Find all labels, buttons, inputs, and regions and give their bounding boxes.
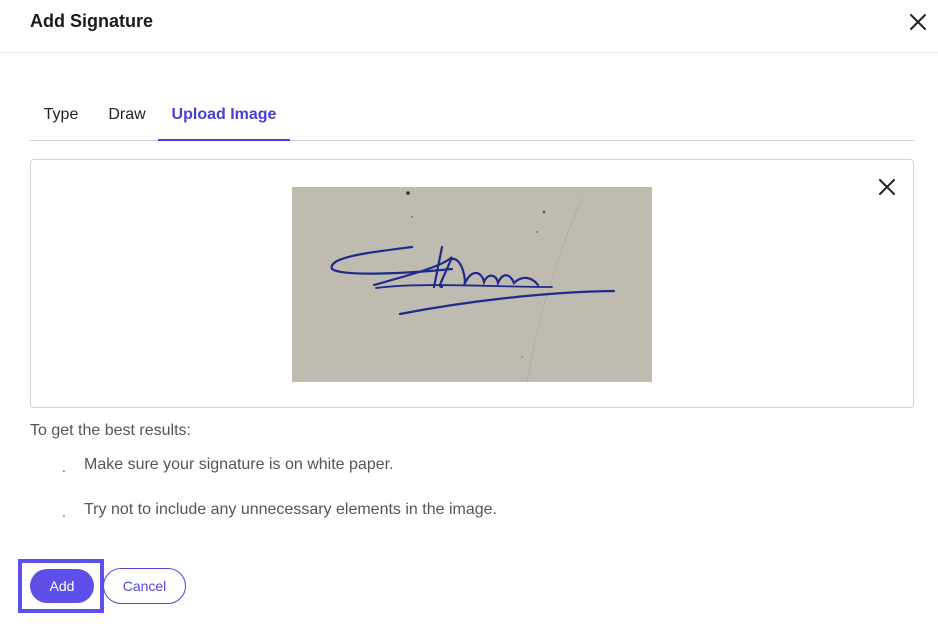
signature-tabs: Type Draw Upload Image (30, 96, 914, 141)
tips-title: To get the best results: (30, 422, 191, 439)
tab-draw[interactable]: Draw (96, 96, 158, 141)
signature-image (292, 187, 652, 382)
tip-text: Try not to include any unnecessary eleme… (84, 501, 497, 518)
close-dialog-button[interactable] (906, 10, 930, 34)
bullet: . (62, 504, 66, 520)
tab-upload-image[interactable]: Upload Image (158, 96, 290, 141)
remove-image-button[interactable] (876, 176, 898, 198)
tab-type[interactable]: Type (30, 96, 92, 141)
bullet: . (62, 459, 66, 475)
upload-preview-area (30, 159, 914, 408)
close-icon (879, 179, 895, 195)
cancel-button[interactable]: Cancel (103, 568, 186, 604)
add-button[interactable]: Add (30, 569, 94, 603)
tip-text: Make sure your signature is on white pap… (84, 456, 394, 473)
dialog-title: Add Signature (30, 11, 154, 31)
dialog-header: Add Signature (0, 0, 938, 53)
close-icon (910, 14, 926, 30)
